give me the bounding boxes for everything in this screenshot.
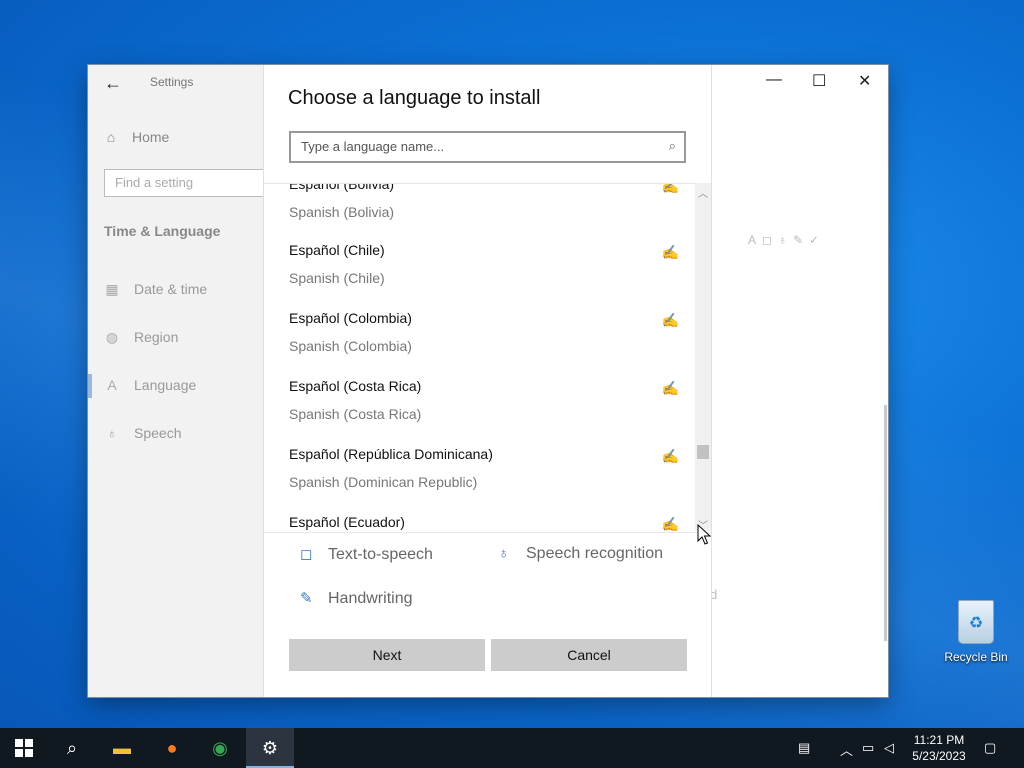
clock-time: 11:21 PM — [913, 733, 965, 747]
language-icon: A — [748, 233, 763, 247]
language-native-name: Español (República Dominicana) — [289, 446, 493, 462]
next-button[interactable]: Next — [289, 639, 485, 671]
choose-language-dialog: Choose a language to install Type a lang… — [264, 65, 711, 697]
handwriting-icon: ✍ — [661, 516, 679, 532]
language-native-name: Español (Chile) — [289, 242, 385, 258]
settings-gear-icon[interactable]: ⚙ — [246, 728, 294, 768]
chevron-up-icon[interactable]: ︿ — [840, 740, 853, 759]
feature-label: Text-to-speech — [328, 546, 433, 563]
handwriting-icon: ✍ — [661, 448, 679, 464]
microphone-icon: ♁ — [498, 545, 510, 562]
search-icon: ⌕ — [668, 138, 676, 153]
feature-label: Handwriting — [328, 590, 413, 607]
feature-label: Speech recognition — [526, 545, 663, 562]
mouse-cursor-icon — [697, 524, 711, 545]
cancel-button[interactable]: Cancel — [491, 639, 687, 671]
minimize-icon[interactable]: — — [766, 71, 782, 89]
list-item[interactable]: Español (República Dominicana) Spanish (… — [289, 446, 679, 514]
search-icon[interactable]: ⌕ — [48, 728, 96, 768]
handwriting-icon: ✎ — [300, 590, 313, 607]
recycle-bin-icon: ♻ — [958, 600, 994, 644]
nav-item-region[interactable]: ◍ Region — [104, 329, 178, 346]
handwriting-icon: ✎ — [792, 233, 810, 247]
firefox-icon[interactable]: ● — [148, 728, 196, 768]
recycle-bin-label: Recycle Bin — [944, 650, 1008, 664]
taskbar-clock[interactable]: 11:21 PM 5/23/2023 — [908, 732, 970, 764]
chevron-up-icon[interactable]: ︿ — [698, 185, 708, 200]
list-item[interactable]: Español (Chile) Spanish (Chile) ✍ — [289, 242, 679, 310]
globe-icon: ◍ — [105, 329, 119, 345]
language-english-name: Spanish (Chile) — [289, 270, 385, 286]
notification-icon[interactable]: ▢ — [984, 740, 996, 756]
network-icon[interactable]: ▭ — [862, 740, 874, 756]
nav-item-label: Region — [134, 329, 179, 345]
text-to-speech-icon: ◻ — [762, 233, 778, 247]
language-feature-icons: A◻♁✎✓ — [748, 233, 825, 247]
handwriting-icon: ✍ — [661, 380, 679, 396]
nav-item-speech[interactable]: ♁ Speech — [104, 425, 182, 441]
background-content: — ☐ ✕ A◻♁✎✓ d — [710, 65, 888, 697]
language-english-name: Spanish (Bolivia) — [289, 204, 395, 220]
feature-speech-recognition: ♁ Speech recognition — [498, 545, 663, 563]
scrollbar-thumb[interactable] — [697, 445, 709, 459]
handwriting-icon: ✍ — [661, 183, 679, 194]
chrome-icon[interactable]: ◉ — [196, 728, 244, 768]
list-item[interactable]: Español (Bolivia) Spanish (Bolivia) ✍ — [289, 183, 679, 244]
recycle-bin-desktop-icon[interactable]: ♻ Recycle Bin — [940, 600, 1012, 664]
microphone-icon: ♁ — [106, 425, 118, 441]
start-button[interactable] — [0, 728, 48, 768]
language-native-name: Español (Bolivia) — [289, 183, 395, 192]
language-native-name: Español (Colombia) — [289, 310, 412, 326]
spellcheck-icon: ✓ — [809, 233, 826, 247]
language-native-name: Español (Ecuador) — [289, 514, 405, 530]
language-list-scrollbar[interactable]: ︿ ﹀ — [695, 183, 711, 532]
back-arrow-icon[interactable]: ← — [104, 73, 122, 94]
language-english-name: Spanish (Costa Rica) — [289, 406, 422, 422]
nav-item-label: Date & time — [134, 281, 208, 297]
language-icon: A — [107, 377, 117, 393]
app-title: Settings — [150, 75, 194, 89]
handwriting-icon: ✍ — [661, 244, 679, 260]
maximize-icon[interactable]: ☐ — [812, 71, 826, 91]
find-setting-input[interactable]: Find a setting — [104, 169, 274, 197]
nav-item-language[interactable]: A Language — [104, 377, 196, 393]
language-english-name: Spanish (Dominican Republic) — [289, 474, 478, 490]
language-search-input[interactable]: Type a language name... ⌕ — [289, 131, 686, 163]
file-explorer-icon[interactable]: ▬ — [98, 728, 146, 768]
volume-muted-icon[interactable]: ◁ — [884, 740, 894, 756]
nav-item-date-time[interactable]: ▦ Date & time — [104, 281, 207, 298]
language-native-name: Español (Costa Rica) — [289, 378, 422, 394]
taskbar: ⌕ ▬ ● ◉ ⚙ ▤ ︿ ▭ ◁ 11:21 PM 5/23/2023 ▢ — [0, 728, 1024, 768]
list-item[interactable]: Español (Ecuador) ✍ — [289, 514, 679, 532]
nav-section-title: Time & Language — [104, 223, 221, 239]
feature-handwriting: ✎ Handwriting — [300, 589, 412, 608]
language-english-name: Spanish (Colombia) — [289, 338, 412, 354]
close-icon[interactable]: ✕ — [858, 71, 871, 91]
nav-home-label: Home — [132, 129, 170, 145]
windows-logo-icon — [15, 739, 33, 757]
handwriting-icon: ✍ — [661, 312, 679, 328]
home-icon: ⌂ — [106, 129, 116, 145]
list-item[interactable]: Español (Costa Rica) Spanish (Costa Rica… — [289, 378, 679, 446]
window-scrollbar[interactable] — [884, 405, 887, 641]
clock-date: 5/23/2023 — [912, 749, 966, 763]
text-to-speech-icon: ◻ — [300, 546, 313, 563]
list-item[interactable]: Español (Colombia) Spanish (Colombia) ✍ — [289, 310, 679, 378]
nav-home[interactable]: ⌂ Home — [104, 129, 170, 145]
nav-item-label: Language — [134, 377, 197, 393]
news-widget-icon[interactable]: ▤ — [798, 740, 810, 756]
dialog-title: Choose a language to install — [288, 87, 541, 109]
language-search-placeholder: Type a language name... — [301, 139, 445, 154]
settings-nav: ← Settings ⌂ Home Find a setting Time & L… — [88, 65, 274, 697]
nav-selection-indicator — [88, 374, 92, 398]
calendar-icon: ▦ — [105, 281, 119, 297]
language-list: Español (Bolivia) Spanish (Bolivia) ✍ Es… — [264, 183, 711, 533]
background-text-fragment: d — [710, 587, 718, 602]
microphone-icon: ♁ — [777, 233, 793, 247]
feature-text-to-speech: ◻ Text-to-speech — [300, 545, 433, 564]
nav-item-label: Speech — [134, 425, 182, 441]
